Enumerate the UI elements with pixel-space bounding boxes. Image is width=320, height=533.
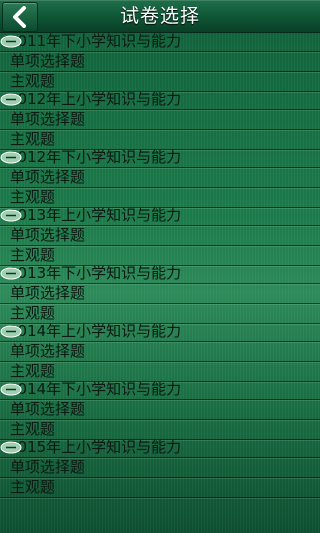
subjective-item[interactable]: 主观题 bbox=[0, 304, 320, 324]
exam-year-label[interactable]: 2015年上小学知识与能力 bbox=[0, 438, 320, 458]
expand-toggle-icon[interactable] bbox=[0, 209, 22, 222]
exam-year-label[interactable]: 2014年上小学知识与能力 bbox=[0, 322, 320, 342]
subjective-item[interactable]: 主观题 bbox=[0, 188, 320, 208]
single-choice-item[interactable]: 单项选择题 bbox=[0, 342, 320, 362]
single-choice-item[interactable]: 单项选择题 bbox=[0, 226, 320, 246]
exam-year-label[interactable]: 2014年下小学知识与能力 bbox=[0, 380, 320, 400]
exam-group: 2014年上小学知识与能力 单项选择题 主观题 bbox=[0, 322, 320, 382]
subjective-item[interactable]: 主观题 bbox=[0, 478, 320, 498]
single-choice-item[interactable]: 单项选择题 bbox=[0, 458, 320, 478]
expand-toggle-icon[interactable] bbox=[0, 325, 22, 338]
exam-group: 2011年下小学知识与能力 单项选择题 主观题 bbox=[0, 32, 320, 92]
expand-toggle-icon[interactable] bbox=[0, 35, 22, 48]
exam-year-label[interactable]: 2013年下小学知识与能力 bbox=[0, 264, 320, 284]
single-choice-item[interactable]: 单项选择题 bbox=[0, 52, 320, 72]
expand-toggle-icon[interactable] bbox=[0, 151, 22, 164]
exam-group: 2013年上小学知识与能力 单项选择题 主观题 bbox=[0, 206, 320, 266]
exam-group: 2012年上小学知识与能力 单项选择题 主观题 bbox=[0, 90, 320, 150]
title-bar: 试卷选择 bbox=[0, 0, 320, 33]
exam-group: 2013年下小学知识与能力 单项选择题 主观题 bbox=[0, 264, 320, 324]
expand-toggle-icon[interactable] bbox=[0, 267, 22, 280]
single-choice-item[interactable]: 单项选择题 bbox=[0, 400, 320, 420]
expand-toggle-icon[interactable] bbox=[0, 441, 22, 454]
single-choice-item[interactable]: 单项选择题 bbox=[0, 110, 320, 130]
expand-toggle-icon[interactable] bbox=[0, 383, 22, 396]
exam-year-label[interactable]: 2012年下小学知识与能力 bbox=[0, 148, 320, 168]
exam-list: 2011年下小学知识与能力 单项选择题 主观题 2012年上小学知识与能力 单项… bbox=[0, 32, 320, 498]
exam-year-label[interactable]: 2012年上小学知识与能力 bbox=[0, 90, 320, 110]
single-choice-item[interactable]: 单项选择题 bbox=[0, 284, 320, 304]
exam-year-label[interactable]: 2013年上小学知识与能力 bbox=[0, 206, 320, 226]
subjective-item[interactable]: 主观题 bbox=[0, 420, 320, 440]
subjective-item[interactable]: 主观题 bbox=[0, 130, 320, 150]
single-choice-item[interactable]: 单项选择题 bbox=[0, 168, 320, 188]
subjective-item[interactable]: 主观题 bbox=[0, 362, 320, 382]
exam-group: 2012年下小学知识与能力 单项选择题 主观题 bbox=[0, 148, 320, 208]
exam-group: 2014年下小学知识与能力 单项选择题 主观题 bbox=[0, 380, 320, 440]
page-title: 试卷选择 bbox=[119, 5, 200, 27]
expand-toggle-icon[interactable] bbox=[0, 93, 22, 106]
exam-group: 2015年上小学知识与能力 单项选择题 主观题 bbox=[0, 438, 320, 498]
subjective-item[interactable]: 主观题 bbox=[0, 72, 320, 92]
subjective-item[interactable]: 主观题 bbox=[0, 246, 320, 266]
exam-year-label[interactable]: 2011年下小学知识与能力 bbox=[0, 32, 320, 52]
